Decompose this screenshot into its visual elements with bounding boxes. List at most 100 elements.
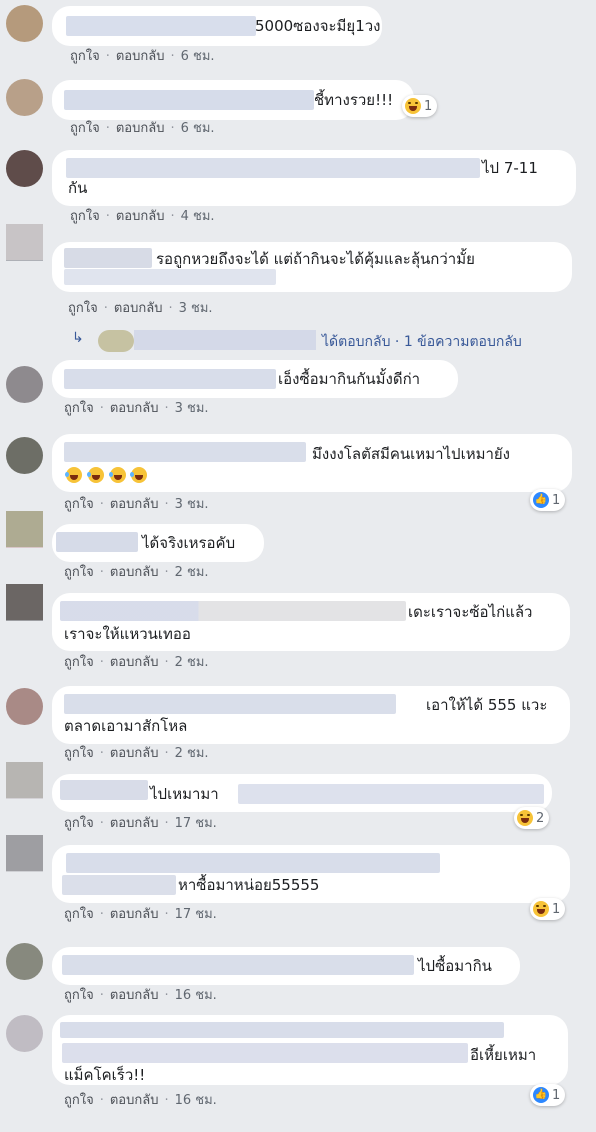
avatar[interactable]: [6, 150, 43, 187]
comment-bubble: เดะเราจะซ้อไก่แล้ว เราจะให้แหวนเทออ: [52, 593, 570, 651]
reply-link[interactable]: ตอบกลับ: [110, 655, 159, 670]
like-link[interactable]: ถูกใจ: [64, 746, 94, 761]
comment-text-line1: ไป 7-11: [482, 159, 538, 177]
avatar[interactable]: [6, 1015, 43, 1052]
comment-bubble: เอ็งซื้อมากินกันมั้งดีก่า: [52, 360, 458, 398]
reaction-count[interactable]: 2: [514, 807, 550, 829]
like-link[interactable]: ถูกใจ: [64, 401, 94, 416]
comment-actions: ถูกใจ · ตอบกลับ · 16 ชม.: [64, 988, 217, 1003]
blurred-name: [60, 601, 406, 621]
avatar[interactable]: [6, 366, 43, 403]
timestamp[interactable]: 16 ชม.: [175, 988, 217, 1003]
comment-bubble: อีเหี้ยเหมา แม็คโคเร็ว!!: [52, 1015, 568, 1085]
reaction-count[interactable]: 1: [402, 95, 438, 117]
reaction-count[interactable]: 👍 1: [530, 489, 566, 511]
blurred-name: [64, 369, 276, 389]
like-link[interactable]: ถูกใจ: [64, 988, 94, 1003]
avatar[interactable]: [6, 762, 43, 799]
reply-link[interactable]: ตอบกลับ: [114, 301, 163, 316]
laughing-tears-icon: [108, 467, 126, 483]
laughing-tears-icon: [86, 467, 104, 483]
comment-text: ชี้ทางรวย!!!: [314, 91, 394, 109]
comment-bubble: ไปเหมามา: [52, 774, 552, 812]
reply-link[interactable]: ตอบกลับ: [110, 816, 159, 831]
reaction-count[interactable]: 👍 1: [530, 1084, 566, 1106]
blurred-name: [64, 442, 306, 462]
like-link[interactable]: ถูกใจ: [64, 497, 94, 512]
blurred-name: [134, 330, 316, 350]
comment-actions: ถูกใจ · ตอบกลับ · 2 ชม.: [64, 746, 209, 761]
reply-link[interactable]: ตอบกลับ: [110, 907, 159, 922]
avatar[interactable]: [6, 943, 43, 980]
avatar[interactable]: [6, 688, 43, 725]
comment-text: รอถูกหวยถึงจะได้ แต่ถ้ากินจะได้คุ้มและลุ…: [156, 250, 475, 268]
blurred-name: [66, 853, 440, 873]
timestamp[interactable]: 17 ชม.: [175, 816, 217, 831]
timestamp[interactable]: 3 ชม.: [175, 401, 209, 416]
blurred-name: [60, 780, 148, 800]
like-link[interactable]: ถูกใจ: [64, 1093, 94, 1108]
blurred-text: [62, 1043, 468, 1063]
like-link[interactable]: ถูกใจ: [70, 209, 100, 224]
reply-link[interactable]: ตอบกลับ: [110, 746, 159, 761]
comment-actions: ถูกใจ · ตอบกลับ · 6 ชม.: [70, 121, 215, 136]
comment-text: ไปซื้อมากิน: [418, 957, 492, 975]
comment-text-line1: เดะเราจะซ้อไก่แล้ว: [408, 603, 533, 621]
reply-link[interactable]: ตอบกลับ: [110, 988, 159, 1003]
avatar[interactable]: [6, 584, 43, 621]
comment-text-line2: แม็คโคเร็ว!!: [64, 1066, 146, 1084]
timestamp[interactable]: 3 ชม.: [179, 301, 213, 316]
reply-link[interactable]: ตอบกลับ: [116, 121, 165, 136]
timestamp[interactable]: 3 ชม.: [175, 497, 209, 512]
reply-summary-text[interactable]: ได้ตอบกลับ · 1 ข้อความตอบกลับ: [322, 331, 522, 353]
timestamp[interactable]: 4 ชม.: [181, 209, 215, 224]
comment-bubble: ได้จริงเหรอคับ: [52, 524, 264, 562]
timestamp[interactable]: 17 ชม.: [175, 907, 217, 922]
reply-link[interactable]: ตอบกลับ: [110, 565, 159, 580]
timestamp[interactable]: 6 ชม.: [181, 49, 215, 64]
like-link[interactable]: ถูกใจ: [68, 301, 98, 316]
comment-actions: ถูกใจ · ตอบกลับ · 17 ชม.: [64, 816, 217, 831]
blurred-text: [238, 784, 544, 804]
timestamp[interactable]: 2 ชม.: [175, 746, 209, 761]
emoji-row: [65, 466, 148, 486]
reply-link[interactable]: ตอบกลับ: [116, 209, 165, 224]
blurred-name: [62, 875, 176, 895]
comment-text-line1: เอาให้ได้ 555 แวะ: [426, 696, 548, 714]
reaction-count[interactable]: 1: [530, 898, 566, 920]
reply-link[interactable]: ตอบกลับ: [110, 497, 159, 512]
comment-actions: ถูกใจ · ตอบกลับ · 3 ชม.: [68, 301, 213, 316]
reply-link[interactable]: ตอบกลับ: [110, 401, 159, 416]
avatar[interactable]: [6, 79, 43, 116]
like-link[interactable]: ถูกใจ: [64, 655, 94, 670]
avatar[interactable]: [6, 511, 43, 548]
comment-bubble: มึงงงโลตัสมีคนเหมาไปเหมายัง: [52, 434, 572, 492]
comment-actions: ถูกใจ · ตอบกลับ · 16 ชม.: [64, 1093, 217, 1108]
comment-text: ได้จริงเหรอคับ: [142, 534, 236, 552]
timestamp[interactable]: 2 ชม.: [175, 565, 209, 580]
reply-link[interactable]: ตอบกลับ: [116, 49, 165, 64]
comment-actions: ถูกใจ · ตอบกลับ · 2 ชม.: [64, 565, 209, 580]
like-link[interactable]: ถูกใจ: [70, 49, 100, 64]
like-icon: 👍: [533, 492, 549, 508]
like-link[interactable]: ถูกใจ: [64, 907, 94, 922]
reply-link[interactable]: ตอบกลับ: [110, 1093, 159, 1108]
comment-actions: ถูกใจ · ตอบกลับ · 2 ชม.: [64, 655, 209, 670]
avatar[interactable]: [6, 835, 43, 872]
avatar[interactable]: [6, 437, 43, 474]
comment-actions: ถูกใจ · ตอบกลับ · 6 ชม.: [70, 49, 215, 64]
comment-bubble: หาซื้อมาหน่อย55555: [52, 845, 570, 903]
like-link[interactable]: ถูกใจ: [64, 565, 94, 580]
avatar[interactable]: [6, 224, 43, 261]
timestamp[interactable]: 2 ชม.: [175, 655, 209, 670]
like-icon: 👍: [533, 1087, 549, 1103]
like-link[interactable]: ถูกใจ: [70, 121, 100, 136]
timestamp[interactable]: 16 ชม.: [175, 1093, 217, 1108]
comment-bubble: ชี้ทางรวย!!!: [52, 80, 414, 120]
timestamp[interactable]: 6 ชม.: [181, 121, 215, 136]
reply-arrow-icon: ↳: [72, 330, 84, 346]
comment-text: 5000ซองจะมียุ1วง: [255, 17, 381, 35]
haha-icon: [533, 901, 549, 917]
like-link[interactable]: ถูกใจ: [64, 816, 94, 831]
avatar[interactable]: [6, 5, 43, 42]
